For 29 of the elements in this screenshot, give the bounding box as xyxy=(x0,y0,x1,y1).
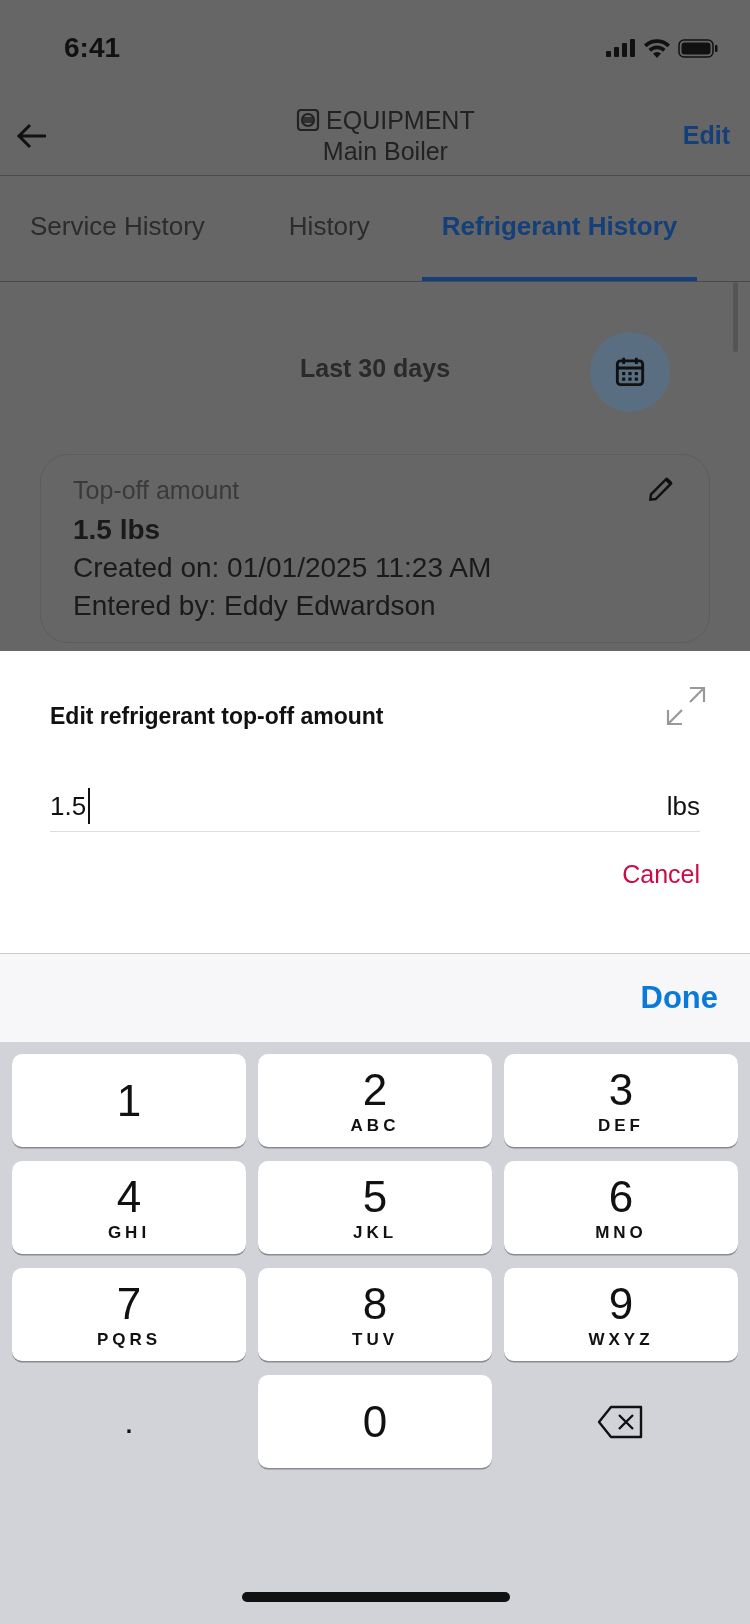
keypad-key[interactable]: 9 WXYZ xyxy=(504,1268,738,1361)
record-created: Created on: 01/01/2025 11:23 AM xyxy=(73,552,493,584)
keypad-key[interactable]: 5 JKL xyxy=(258,1161,492,1254)
back-button[interactable] xyxy=(16,121,48,150)
status-time: 6:41 xyxy=(64,32,121,64)
decimal-key[interactable]: . xyxy=(12,1375,246,1468)
keypad-key[interactable]: 3 DEF xyxy=(504,1054,738,1147)
category-label: EQUIPMENT xyxy=(326,105,475,135)
done-button[interactable]: Done xyxy=(640,980,718,1016)
amount-field[interactable]: 1.5 lbs xyxy=(50,781,700,832)
battery-icon xyxy=(678,38,718,58)
record-entered-by: Entered by: Eddy Edwardson xyxy=(73,590,437,622)
wifi-icon xyxy=(644,38,670,58)
keypad-key[interactable]: 2 ABC xyxy=(258,1054,492,1147)
expand-icon[interactable] xyxy=(664,684,708,728)
record-amount: 1.5 lbs xyxy=(73,514,162,546)
cancel-button[interactable]: Cancel xyxy=(622,860,700,889)
backspace-icon xyxy=(597,1403,645,1440)
sheet-title: Edit refrigerant top-off amount xyxy=(50,702,384,730)
keypad-key[interactable]: 1 xyxy=(12,1054,246,1147)
equipment-title: Main Boiler xyxy=(322,136,448,166)
period-label: Last 30 days xyxy=(299,353,451,383)
signal-icon xyxy=(606,39,636,57)
keypad-key[interactable]: 6 MNO xyxy=(504,1161,738,1254)
keypad-key[interactable]: 7 PQRS xyxy=(12,1268,246,1361)
equipment-icon xyxy=(296,108,321,132)
keypad-key[interactable]: 4 GHI xyxy=(12,1161,246,1254)
keypad-key[interactable]: 0 xyxy=(258,1375,492,1468)
keypad-key[interactable]: 8 TUV xyxy=(258,1268,492,1361)
